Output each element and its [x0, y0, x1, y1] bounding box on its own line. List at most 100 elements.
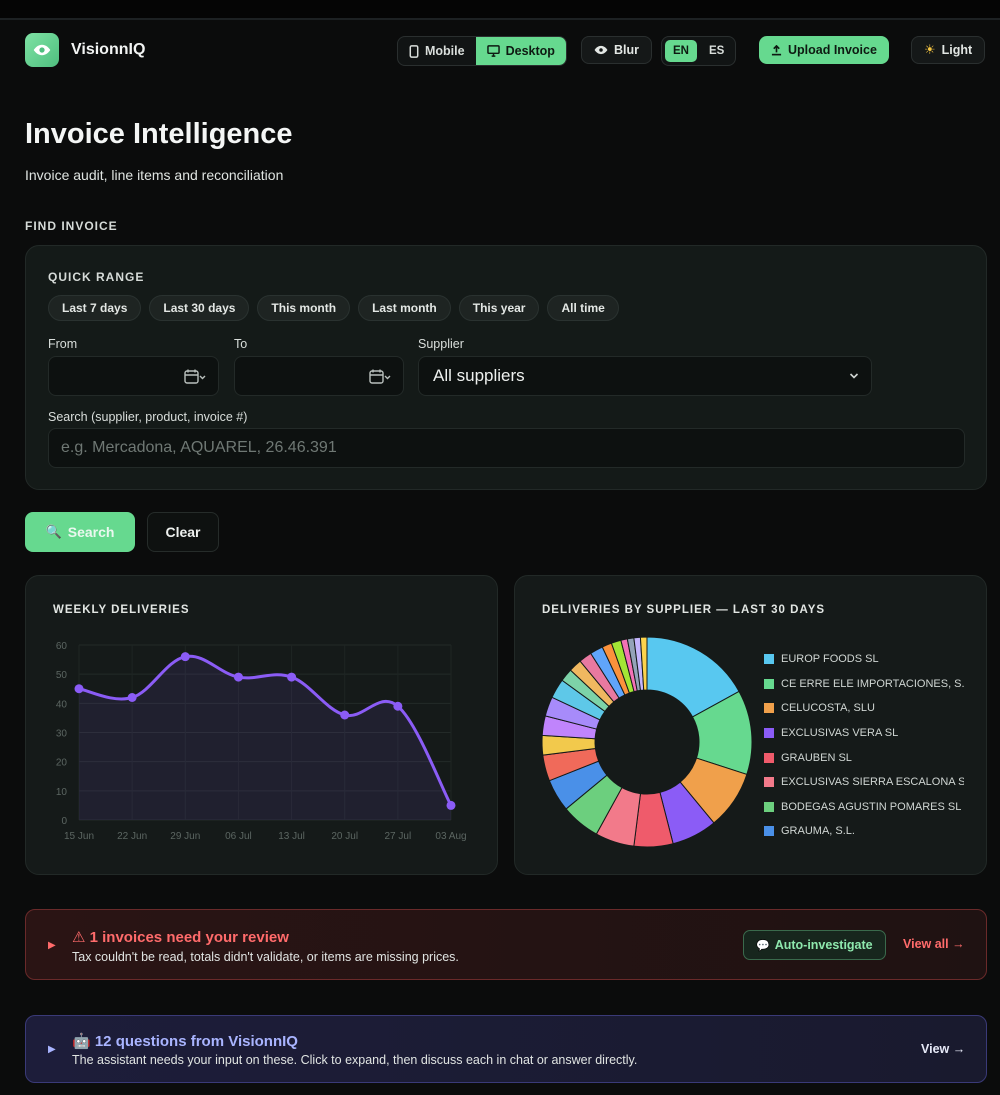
- data-point: [393, 701, 403, 711]
- search-button[interactable]: 🔍 Search: [25, 512, 135, 552]
- legend-swatch: [764, 777, 774, 788]
- legend-item[interactable]: BODEGAS AGUSTIN POMARES SL: [764, 795, 964, 820]
- from-date-input[interactable]: [48, 356, 219, 396]
- page-subtitle: Invoice audit, line items and reconcilia…: [25, 167, 284, 183]
- x-tick-label: 20 Jul: [331, 831, 358, 842]
- supplier-deliveries-chart: [541, 636, 753, 848]
- weekly-deliveries-chart: 0 10 20 30 40 50 60 15 Jun 22 Jun 29 Jun 06 Jul 13 …: [56, 641, 467, 842]
- y-tick-label: 60: [56, 641, 68, 652]
- legend-label: EUROP FOODS SL: [781, 653, 879, 666]
- x-tick-label: 27 Jul: [385, 831, 412, 842]
- chip-last-7-days[interactable]: Last 7 days: [48, 295, 142, 321]
- brand-name: VisionnIQ: [71, 41, 146, 58]
- phone-icon: [409, 44, 419, 58]
- chip-last-month[interactable]: Last month: [358, 295, 451, 321]
- questions-title: 🤖 12 questions from VisionnIQ: [72, 1033, 298, 1050]
- view-all-link[interactable]: View all →: [903, 937, 965, 951]
- upload-label: Upload Invoice: [788, 43, 877, 57]
- legend-label: GRAUBEN SL: [781, 751, 852, 764]
- review-banner[interactable]: ▶ ⚠ 1 invoices need your review Tax coul…: [25, 909, 987, 980]
- expand-arrow-icon[interactable]: ▶: [48, 1044, 56, 1055]
- upload-invoice-button[interactable]: Upload Invoice: [759, 36, 889, 64]
- legend-item[interactable]: EUROP FOODS SL: [764, 647, 964, 672]
- desktop-view-button[interactable]: Desktop: [475, 37, 566, 65]
- mobile-view-button[interactable]: Mobile: [398, 37, 476, 65]
- legend-swatch: [764, 752, 774, 763]
- expand-arrow-icon[interactable]: ▶: [48, 940, 56, 951]
- data-point: [233, 672, 243, 682]
- light-theme-button[interactable]: ☀ Light: [911, 36, 986, 64]
- lang-en-button[interactable]: EN: [665, 40, 697, 62]
- chip-this-year[interactable]: This year: [458, 295, 540, 321]
- data-point: [446, 800, 456, 810]
- legend-item[interactable]: GRAUBEN SL: [764, 745, 964, 770]
- to-date-input[interactable]: [234, 356, 404, 396]
- questions-banner[interactable]: ▶ 🤖 12 questions from VisionnIQ The assi…: [25, 1015, 987, 1083]
- x-tick-label: 03 Aug: [435, 831, 466, 842]
- questions-description: The assistant needs your input on these.…: [72, 1053, 638, 1067]
- search-label: Search (supplier, product, invoice #): [48, 410, 248, 424]
- blur-label: Blur: [614, 43, 639, 57]
- legend-swatch: [764, 703, 774, 714]
- weekly-deliveries-card: WEEKLY DELIVERIES 0 10 20 30 40 50 60 15 Jun 22 …: [25, 575, 498, 875]
- series-area: [79, 656, 451, 820]
- data-point: [127, 693, 137, 702]
- legend-swatch: [764, 654, 774, 665]
- legend-swatch: [764, 801, 774, 812]
- quick-range-chips: Last 7 days Last 30 days This month Last…: [48, 295, 619, 321]
- chat-bubble-icon: 💬: [756, 939, 770, 952]
- find-invoice-label: FIND INVOICE: [25, 219, 118, 233]
- legend-item[interactable]: EXCLUSIVAS VERA SL: [764, 721, 964, 746]
- blur-button[interactable]: Blur: [581, 36, 652, 64]
- auto-investigate-button[interactable]: 💬 Auto-investigate: [743, 930, 886, 960]
- supplier-selected-value: All suppliers: [433, 366, 525, 385]
- language-toggle: EN ES: [661, 36, 737, 66]
- desktop-label: Desktop: [505, 44, 555, 58]
- filter-card: QUICK RANGE Last 7 days Last 30 days Thi…: [25, 245, 987, 490]
- logo: [25, 33, 59, 67]
- eye-icon: [594, 45, 608, 55]
- legend-item[interactable]: GRAUMA, S.L.: [764, 819, 964, 844]
- legend-item[interactable]: EXCLUSIVAS SIERRA ESCALONA SL: [764, 770, 964, 795]
- view-questions-link[interactable]: View →: [921, 1042, 965, 1056]
- legend-swatch: [764, 678, 774, 689]
- chip-last-30-days[interactable]: Last 30 days: [149, 295, 250, 321]
- clear-button[interactable]: Clear: [147, 512, 219, 552]
- magnifier-icon: 🔍: [45, 524, 62, 539]
- chevron-down-icon: [849, 373, 859, 379]
- legend-swatch: [764, 826, 774, 837]
- supplier-select[interactable]: All suppliers: [418, 356, 872, 396]
- search-field: [48, 428, 965, 468]
- legend-label: BODEGAS AGUSTIN POMARES SL: [781, 800, 962, 813]
- monitor-icon: [486, 45, 500, 57]
- x-tick-label: 29 Jun: [170, 831, 200, 842]
- y-tick-label: 50: [56, 670, 68, 681]
- legend-label: EXCLUSIVAS SIERRA ESCALONA SL: [781, 776, 964, 789]
- page-title: Invoice Intelligence: [25, 118, 293, 150]
- upload-icon: [771, 44, 782, 55]
- data-point: [287, 672, 297, 682]
- browser-top-strip: [0, 0, 1000, 20]
- review-title: ⚠ 1 invoices need your review: [72, 929, 289, 946]
- search-input[interactable]: [49, 429, 964, 467]
- chip-all-time[interactable]: All time: [547, 295, 619, 321]
- supplier-label: Supplier: [418, 337, 464, 351]
- calendar-icon: [184, 369, 206, 384]
- lang-es-button[interactable]: ES: [701, 40, 732, 62]
- supplier-legend: EUROP FOODS SL CE ERRE ELE IMPORTACIONES,…: [764, 647, 964, 844]
- x-tick-label: 15 Jun: [64, 831, 94, 842]
- light-label: Light: [941, 43, 973, 57]
- legend-label: CE ERRE ELE IMPORTACIONES, S.L: [781, 677, 964, 690]
- x-tick-label: 22 Jun: [117, 831, 147, 842]
- to-label: To: [234, 337, 248, 351]
- supplier-deliveries-card: DELIVERIES BY SUPPLIER — LAST 30 DAYS EU…: [514, 575, 987, 875]
- search-button-label: Search: [67, 524, 115, 540]
- legend-item[interactable]: CE ERRE ELE IMPORTACIONES, S.L: [764, 672, 964, 697]
- from-label: From: [48, 337, 78, 351]
- y-tick-label: 20: [56, 758, 68, 769]
- top-navbar: VisionnIQ Mobile Desktop Blur EN ES Uplo…: [0, 22, 1000, 78]
- review-description: Tax couldn't be read, totals didn't vali…: [72, 950, 459, 964]
- legend-item[interactable]: CELUCOSTA, SLU: [764, 696, 964, 721]
- chip-this-month[interactable]: This month: [257, 295, 351, 321]
- legend-label: EXCLUSIVAS VERA SL: [781, 727, 899, 740]
